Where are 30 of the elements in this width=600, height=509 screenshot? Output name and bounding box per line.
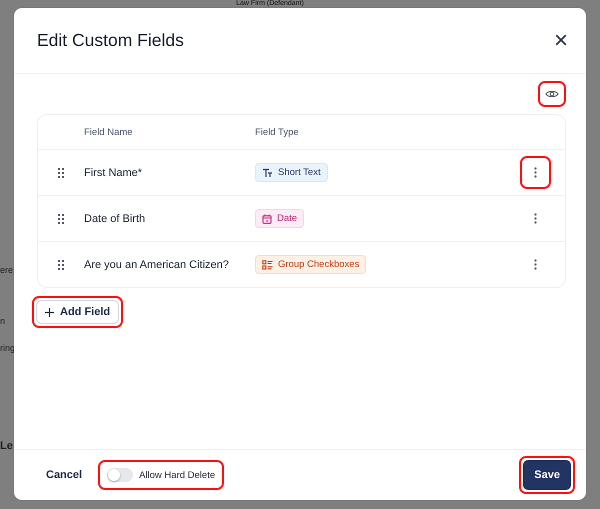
toggle-switch[interactable]: [107, 468, 134, 482]
page-text: ere: [0, 265, 14, 275]
page-text: Le: [0, 440, 13, 452]
field-type-label: Short Text: [278, 167, 321, 178]
text-size-icon: [262, 168, 273, 178]
cancel-button[interactable]: Cancel: [44, 467, 84, 483]
column-header: Field Name: [84, 126, 134, 138]
more-options-icon[interactable]: [534, 167, 536, 178]
field-name: First Name*: [84, 166, 144, 178]
dialog-title: Edit Custom Fields: [37, 30, 184, 51]
drag-handle-icon[interactable]: [58, 214, 64, 224]
toggle-label: Allow Hard Delete: [139, 470, 216, 480]
field-type-label: Date: [277, 213, 298, 224]
close-button[interactable]: ×: [550, 26, 572, 54]
add-field-button[interactable]: Add Field: [36, 300, 120, 324]
save-button[interactable]: Save: [523, 460, 571, 490]
field-name: Date of Birth: [84, 212, 146, 224]
drag-handle-icon[interactable]: [58, 168, 64, 178]
drag-handle-icon[interactable]: [58, 260, 64, 270]
field-type-label: Group Checkboxes: [278, 259, 360, 270]
field-name: Are you an American Citizen?: [84, 258, 230, 270]
page-text: n: [0, 316, 6, 326]
more-options-icon[interactable]: [534, 259, 536, 270]
eye-icon[interactable]: [545, 89, 559, 99]
plus-icon: [45, 308, 54, 316]
more-options-icon[interactable]: [534, 213, 536, 224]
calendar-icon: [262, 214, 272, 224]
column-header: Field Type: [255, 126, 300, 138]
checklist-icon: [262, 260, 273, 270]
add-field-label: Add Field: [60, 306, 110, 318]
